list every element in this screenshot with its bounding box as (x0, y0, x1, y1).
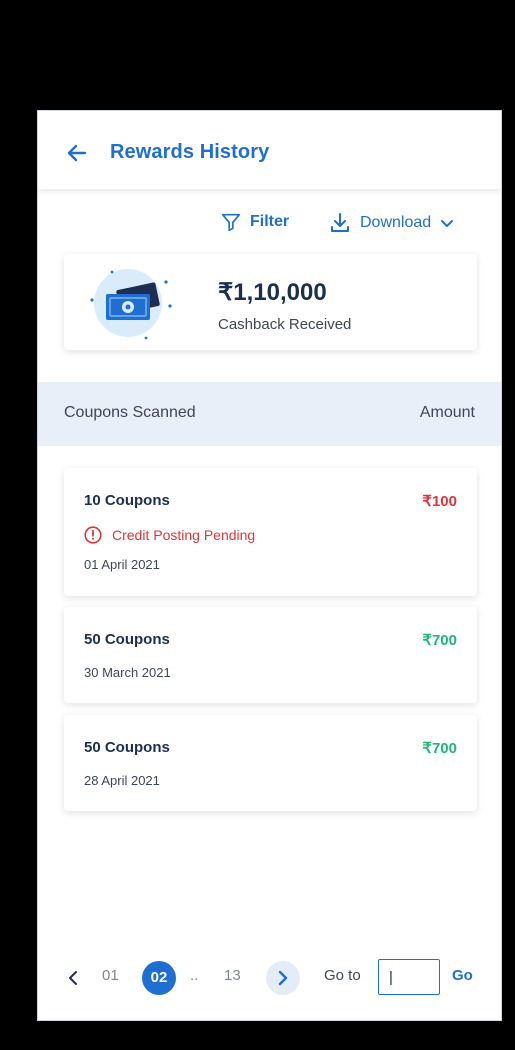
cash-icon (90, 269, 172, 340)
chevron-left-icon[interactable] (66, 969, 80, 987)
coupon-amount: ₹100 (422, 493, 457, 510)
chevron-right-icon (278, 970, 288, 986)
chevron-down-icon[interactable] (439, 215, 455, 231)
page-title: Rewards History (110, 141, 270, 163)
pagination: 01 02 .. 13 Go to Go (38, 959, 501, 999)
download-button[interactable]: Download (328, 211, 455, 235)
coupon-date: 30 March 2021 (84, 665, 171, 680)
page-ellipsis: .. (190, 967, 199, 984)
list-item[interactable]: 50 Coupons ₹700 28 April 2021 (64, 715, 477, 811)
coupon-count: 10 Coupons (84, 492, 170, 509)
page-first[interactable]: 01 (102, 967, 119, 984)
cashback-label: Cashback Received (218, 316, 352, 333)
rewards-history-panel: Rewards History Filter Download ₹1,10,00… (37, 110, 502, 1021)
download-icon (331, 213, 349, 232)
coupon-count: 50 Coupons (84, 739, 170, 756)
coupon-date: 01 April 2021 (84, 557, 160, 572)
page-current[interactable]: 02 (142, 961, 176, 995)
next-page-button[interactable] (266, 961, 300, 995)
page-last[interactable]: 13 (224, 967, 241, 984)
filter-button[interactable]: Filter (220, 211, 289, 233)
list-item[interactable]: 50 Coupons ₹700 30 March 2021 (64, 607, 477, 703)
list-item[interactable]: 10 Coupons ₹100 Credit Posting Pending 0… (64, 468, 477, 596)
column-header-coupons: Coupons Scanned (64, 404, 196, 421)
go-button[interactable]: Go (452, 967, 473, 984)
coupon-amount: ₹700 (422, 632, 457, 649)
coupon-count: 50 Coupons (84, 631, 170, 648)
alert-circle-icon (84, 526, 102, 544)
toolbar: Filter Download (38, 211, 501, 241)
filter-label: Filter (250, 213, 290, 230)
goto-page-input[interactable] (378, 959, 440, 995)
goto-label: Go to (324, 967, 361, 984)
table-header: Coupons Scanned Amount (38, 382, 501, 446)
cashback-summary-card: ₹1,10,000 Cashback Received (64, 254, 477, 350)
column-header-amount: Amount (419, 404, 475, 421)
download-label: Download (360, 214, 432, 231)
header: Rewards History (38, 111, 501, 189)
coupon-date: 28 April 2021 (84, 773, 160, 788)
filter-icon (221, 213, 241, 232)
status-pending: Credit Posting Pending (84, 526, 255, 544)
status-text: Credit Posting Pending (112, 527, 256, 543)
coupon-amount: ₹700 (422, 740, 457, 757)
cashback-amount: ₹1,10,000 (218, 279, 327, 306)
arrow-left-icon[interactable] (65, 141, 89, 165)
